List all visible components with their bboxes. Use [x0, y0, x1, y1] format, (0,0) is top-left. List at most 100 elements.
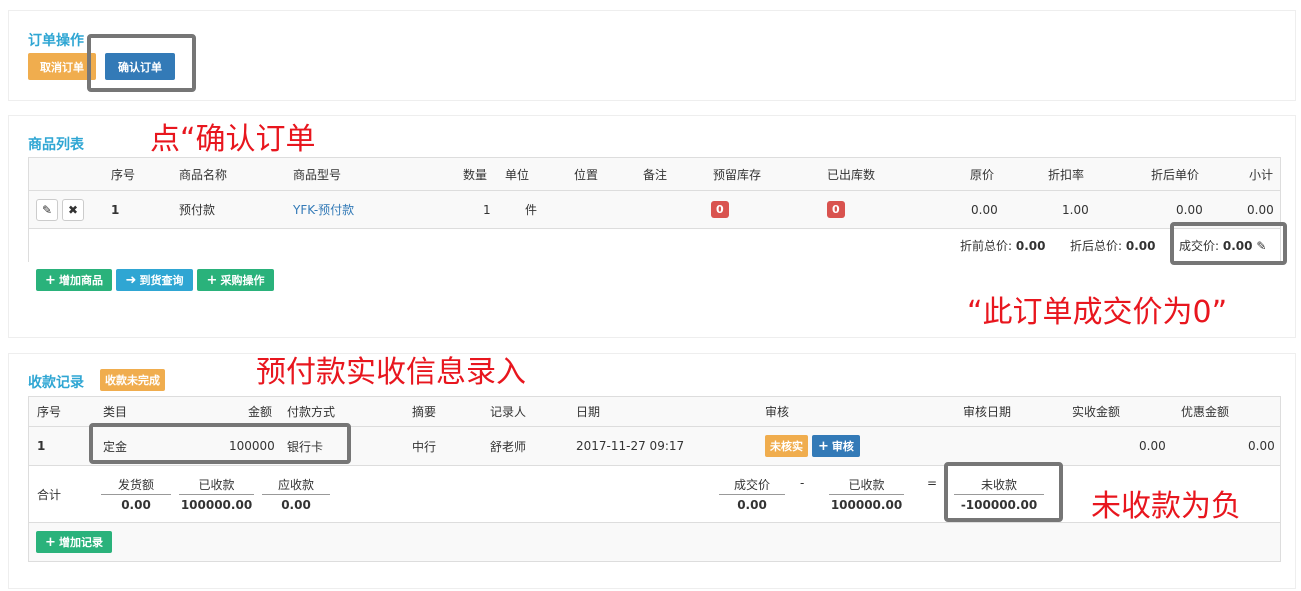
summary-label: 合计 — [37, 487, 62, 502]
col-index: 序号 — [111, 167, 136, 182]
product-shipped: 0 — [827, 191, 845, 228]
total-before-label: 折前总价: — [960, 239, 1013, 253]
payment-recorder: 舒老师 — [490, 439, 527, 454]
summary-minus: - — [800, 476, 805, 490]
col-remark: 备注 — [643, 167, 668, 182]
product-discount: 1.00 — [1062, 202, 1089, 217]
annotation-click-confirm: 点“确认订单 — [150, 122, 316, 157]
summary-received2-label: 已收款 — [829, 476, 904, 495]
pcol-index: 序号 — [37, 405, 62, 419]
payment-index: 1 — [37, 439, 46, 453]
order-ops-title: 订单操作 — [28, 33, 84, 49]
payment-summary: 中行 — [412, 439, 437, 454]
summary-shipped-value: 0.00 — [121, 498, 151, 512]
summary-shipped-label: 发货额 — [101, 476, 171, 495]
product-model-link[interactable]: YFK-预付款 — [293, 191, 354, 228]
add-product-label: 增加商品 — [58, 274, 103, 287]
total-before: 折前总价: 0.00 — [960, 229, 1045, 262]
pcol-date: 日期 — [576, 405, 601, 419]
summary-received-label: 已收款 — [179, 476, 254, 495]
pcol-recorder: 记录人 — [490, 405, 527, 419]
order-ops-panel — [8, 10, 1296, 101]
annotation-deal-zero: “此订单成交价为0” — [967, 295, 1228, 330]
col-discount: 折扣率 — [1048, 167, 1085, 182]
summary-due: 应收款 0.00 — [262, 476, 330, 512]
pcol-received: 实收金额 — [1072, 405, 1121, 419]
col-shipped: 已出库数 — [827, 167, 876, 182]
total-after-label: 折后总价: — [1070, 239, 1123, 253]
product-unit: 件 — [525, 203, 538, 217]
row-actions: ✎ ✖ — [36, 191, 88, 228]
plus-icon: + — [45, 272, 56, 288]
pcol-amount: 金额 — [248, 405, 273, 419]
product-qty: 1 — [483, 202, 491, 217]
summary-deal-value: 0.00 — [737, 498, 767, 512]
col-unit-after: 折后单价 — [1151, 167, 1200, 182]
summary-due-value: 0.00 — [281, 498, 311, 512]
reserved-badge[interactable]: 0 — [711, 201, 729, 218]
add-record-button[interactable]: + 增加记录 — [36, 531, 112, 553]
audit-button-label: 审核 — [831, 440, 854, 453]
pcol-method: 付款方式 — [287, 405, 336, 419]
pcol-discount: 优惠金额 — [1181, 405, 1230, 419]
arrival-query-button[interactable]: ➜ 到货查询 — [116, 269, 193, 291]
payment-date: 2017-11-27 09:17 — [576, 439, 685, 453]
payment-status-badge: 收款未完成 — [100, 369, 165, 391]
arrival-query-label: 到货查询 — [139, 274, 184, 287]
summary-received: 已收款 100000.00 — [179, 476, 254, 512]
confirm-highlight-box — [87, 34, 196, 92]
audit-button[interactable]: + 审核 — [812, 435, 860, 457]
product-table: 序号 商品名称 商品型号 数量 单位 位置 备注 预留库存 已出库数 原价 折扣… — [28, 157, 1281, 262]
summary-received-value: 100000.00 — [180, 498, 253, 512]
edit-icon[interactable]: ✎ — [36, 198, 58, 221]
total-after: 折后总价: 0.00 — [1070, 229, 1155, 262]
product-row: ✎ ✖ 1 预付款 YFK-预付款 1 件 0 0 0.00 1.00 0.00… — [29, 191, 1280, 229]
plus-icon: + — [818, 438, 829, 454]
summary-equals: = — [927, 476, 938, 490]
cancel-order-button[interactable]: 取消订单 — [28, 53, 96, 80]
total-after-value: 0.00 — [1125, 238, 1156, 253]
shipped-badge[interactable]: 0 — [827, 201, 845, 218]
product-reserved: 0 — [711, 191, 729, 228]
product-table-header: 序号 商品名称 商品型号 数量 单位 位置 备注 预留库存 已出库数 原价 折扣… — [29, 158, 1280, 191]
payment-entry-highlight-box — [89, 423, 351, 464]
payment-discount: 0.00 — [1248, 439, 1275, 453]
summary-deal-label: 成交价 — [719, 476, 785, 495]
arrow-circle-icon: ➜ — [125, 272, 137, 288]
col-subtotal: 小计 — [1249, 167, 1274, 182]
plus-icon: + — [45, 534, 56, 550]
pcol-audit-date: 审核日期 — [963, 405, 1012, 419]
col-model: 商品型号 — [293, 167, 342, 182]
add-product-button[interactable]: + 增加商品 — [36, 269, 112, 291]
pcol-category: 类目 — [103, 405, 128, 419]
col-qty: 数量 — [463, 167, 488, 182]
col-reserved: 预留库存 — [713, 167, 762, 182]
payment-audit: 未核实 + 审核 — [765, 427, 860, 465]
pcol-audit: 审核 — [765, 405, 790, 419]
unverified-badge: 未核实 — [765, 435, 808, 457]
annotation-prepay-entry: 预付款实收信息录入 — [256, 355, 526, 390]
product-list-title: 商品列表 — [28, 137, 84, 153]
product-index: 1 — [111, 202, 120, 217]
add-record-label: 增加记录 — [58, 536, 103, 549]
summary-shipped: 发货额 0.00 — [101, 476, 171, 512]
purchase-ops-label: 采购操作 — [220, 274, 265, 287]
annotation-outstanding-negative: 未收款为负 — [1091, 489, 1241, 524]
summary-due-label: 应收款 — [262, 476, 330, 495]
summary-received2: 已收款 100000.00 — [829, 476, 904, 512]
pcol-summary: 摘要 — [412, 405, 437, 419]
payments-table: 序号 类目 金额 付款方式 摘要 记录人 日期 审核 审核日期 实收金额 优惠金… — [28, 396, 1281, 562]
col-price: 原价 — [970, 167, 995, 182]
outstanding-highlight-box — [944, 462, 1063, 522]
product-totals-row: 折前总价: 0.00 折后总价: 0.00 成交价: 0.00 ✎ — [29, 229, 1280, 262]
col-location: 位置 — [574, 167, 599, 182]
summary-deal: 成交价 0.00 — [719, 476, 785, 512]
col-unit: 单位 — [505, 167, 530, 182]
purchase-ops-button[interactable]: + 采购操作 — [197, 269, 274, 291]
total-before-value: 0.00 — [1015, 238, 1046, 253]
payments-title: 收款记录 — [28, 375, 84, 391]
delete-icon[interactable]: ✖ — [62, 198, 84, 221]
summary-received2-value: 100000.00 — [830, 498, 903, 512]
deal-price-highlight-box — [1170, 222, 1287, 265]
col-name: 商品名称 — [179, 167, 228, 182]
